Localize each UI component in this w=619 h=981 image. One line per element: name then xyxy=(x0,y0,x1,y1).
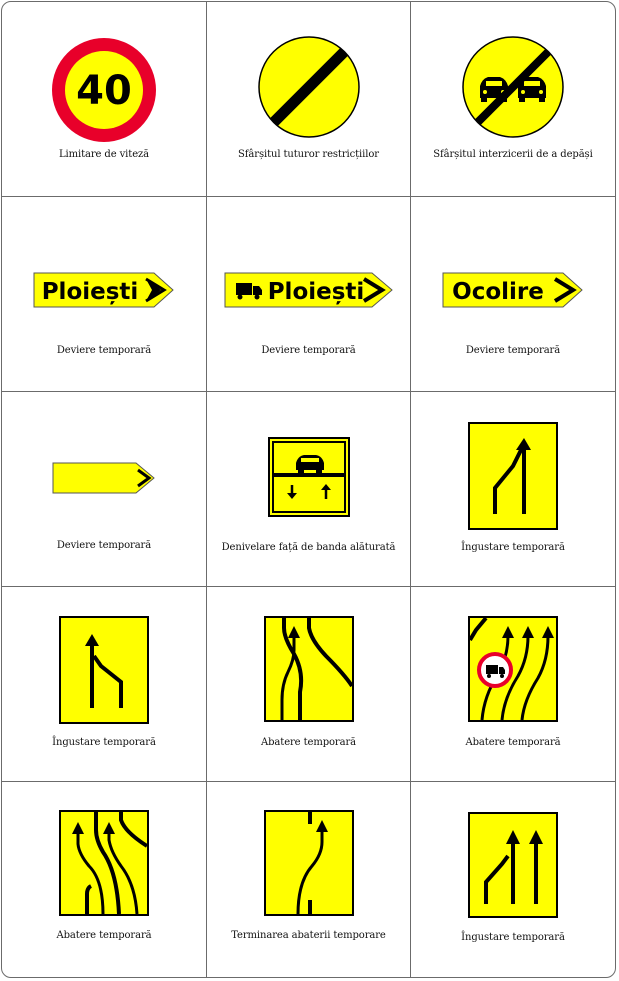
sign-caption: Îngustare temporară xyxy=(52,737,156,748)
lane-narrowing-three-to-two-sign-icon xyxy=(411,812,615,918)
destination-text: Ploiești xyxy=(42,279,139,305)
sign-caption: Îngustare temporară xyxy=(461,542,565,553)
sign-caption: Deviere temporară xyxy=(56,540,152,551)
uneven-adjacent-lane-sign-icon xyxy=(207,437,410,517)
sign-cell-11: Abatere temporară xyxy=(207,587,411,782)
sign-caption: Sfârșitul interzicerii de a depăși xyxy=(433,149,593,160)
sign-caption: Sfârșitul tuturor restricțiilor xyxy=(238,149,379,160)
sign-caption: Abatere temporară xyxy=(56,930,152,941)
detour-truck-direction-sign-icon: Ploiești xyxy=(207,272,410,308)
lane-narrowing-right-merge-sign-icon xyxy=(411,422,615,530)
detour-bypass-sign-icon: Ocolire xyxy=(411,272,615,308)
sign-caption: Îngustare temporară xyxy=(461,932,565,943)
end-of-no-overtaking-sign-icon xyxy=(411,36,615,138)
sign-cell-5: Ploiești Deviere temporară xyxy=(207,197,411,392)
sign-caption: Deviere temporară xyxy=(261,345,356,356)
temporary-deviation-no-trucks-sign-icon xyxy=(411,616,615,722)
sign-caption: Limitare de viteză xyxy=(58,149,150,160)
sign-caption: Abatere temporară xyxy=(465,737,561,748)
end-of-all-restrictions-sign-icon xyxy=(207,36,410,138)
temporary-deviation-sign-icon xyxy=(207,616,410,722)
detour-arrow-sign-icon xyxy=(2,462,206,494)
sign-cell-1: 40 Limitare de viteză xyxy=(2,2,207,197)
sign-cell-15: Îngustare temporară xyxy=(411,782,615,977)
sign-caption: Deviere temporară xyxy=(465,345,561,356)
sign-cell-12: Abatere temporară xyxy=(411,587,615,782)
sign-cell-6: Ocolire Deviere temporară xyxy=(411,197,615,392)
sign-cell-13: Abatere temporară xyxy=(2,782,207,977)
signs-table: 40 Limitare de viteză Sfârșitul tuturor … xyxy=(1,1,616,978)
end-of-temporary-deviation-sign-icon xyxy=(207,810,410,916)
detour-direction-sign-icon: Ploiești xyxy=(2,272,206,308)
sign-caption: Deviere temporară xyxy=(56,345,152,356)
sign-cell-2: Sfârșitul tuturor restricțiilor xyxy=(207,2,411,197)
sign-cell-3: Sfârșitul interzicerii de a depăși xyxy=(411,2,615,197)
sign-cell-7: Deviere temporară xyxy=(2,392,207,587)
sign-cell-14: Terminarea abaterii temporare xyxy=(207,782,411,977)
sign-caption: Abatere temporară xyxy=(260,737,357,748)
speed-limit-40-sign-icon: 40 xyxy=(2,37,206,143)
destination-text: Ploiești xyxy=(267,279,364,305)
temporary-deviation-three-lanes-sign-icon xyxy=(2,810,206,916)
sign-cell-4: Ploiești Deviere temporară xyxy=(2,197,207,392)
sign-cell-8: Denivelare față de banda alăturată xyxy=(207,392,411,587)
signs-grid: 40 Limitare de viteză Sfârșitul tuturor … xyxy=(2,2,615,977)
sign-cell-10: Îngustare temporară xyxy=(2,587,207,782)
lane-narrowing-left-keep-sign-icon xyxy=(2,616,206,724)
detour-text: Ocolire xyxy=(452,279,544,305)
sign-cell-9: Îngustare temporară xyxy=(411,392,615,587)
sign-caption: Denivelare față de banda alăturată xyxy=(221,542,396,553)
sign-caption: Terminarea abaterii temporare xyxy=(231,930,386,941)
speed-limit-number: 40 xyxy=(76,68,132,114)
